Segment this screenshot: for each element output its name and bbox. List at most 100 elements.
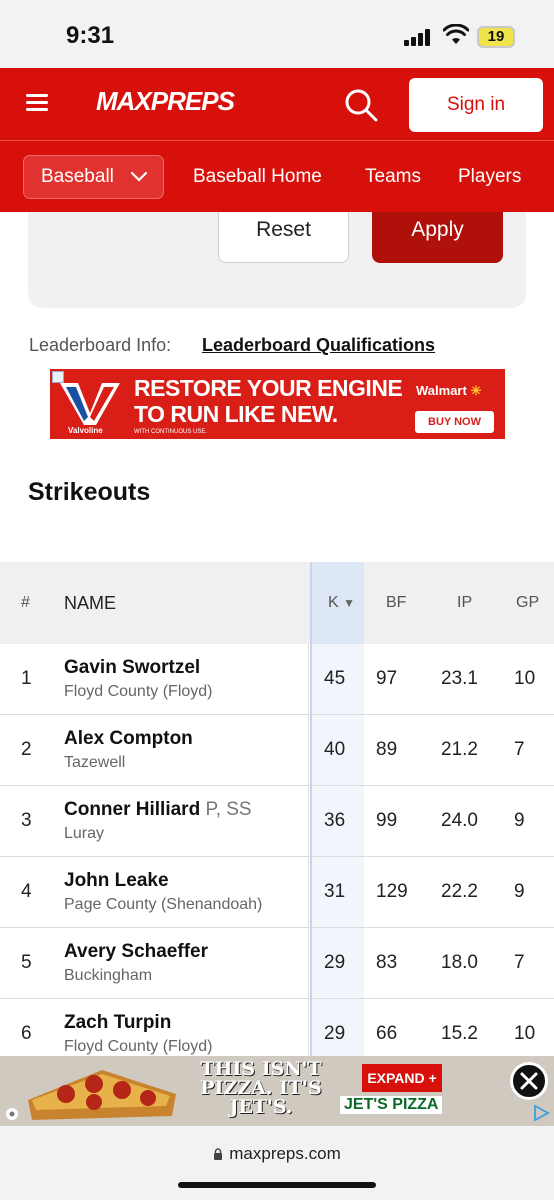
ad-headline: THIS ISN'T PIZZA. IT'S JET'S.	[200, 1058, 322, 1118]
table-row[interactable]: 5 Avery Schaeffer Buckingham 29 83 18.0 7	[0, 928, 554, 999]
stat-gp: 10	[514, 1023, 536, 1044]
column-divider	[308, 928, 309, 998]
spark-icon: ✳	[470, 383, 482, 398]
reset-button[interactable]: Reset	[218, 212, 349, 263]
col-header-bf[interactable]: BF	[386, 562, 406, 644]
player-school: Tazewell	[64, 754, 126, 771]
stat-ip: 15.2	[441, 1023, 478, 1044]
column-divider	[308, 644, 309, 714]
stat-ip: 18.0	[441, 952, 478, 973]
url-display[interactable]: maxpreps.com	[0, 1144, 554, 1164]
col-header-name[interactable]: NAME	[64, 562, 116, 644]
sign-in-button[interactable]: Sign in	[409, 78, 543, 132]
stat-bf: 129	[376, 881, 408, 902]
col-header-rank: #	[21, 594, 30, 611]
column-divider	[308, 857, 309, 927]
home-indicator[interactable]	[178, 1182, 376, 1188]
stat-k: 36	[324, 810, 346, 831]
nav-link-baseball-home[interactable]: Baseball Home	[193, 155, 322, 199]
section-title: Strikeouts	[28, 478, 151, 506]
pizza-image	[28, 1070, 176, 1120]
nav-link-teams[interactable]: Teams	[365, 155, 421, 199]
row-rank: 4	[21, 881, 32, 902]
walmart-label: Walmart	[416, 383, 467, 398]
table-row[interactable]: 3 Conner Hilliard P, SS Luray 36 99 24.0 9	[0, 786, 554, 857]
player-name: Gavin Swortzel	[64, 657, 201, 678]
menu-icon[interactable]	[26, 94, 48, 112]
table-header: # NAME K ▼ BF IP GP	[0, 562, 554, 644]
stat-k: 29	[324, 952, 346, 973]
table-row[interactable]: 2 Alex Compton Tazewell 40 89 21.2 7	[0, 715, 554, 786]
url-text: maxpreps.com	[229, 1144, 341, 1163]
search-icon[interactable]	[344, 88, 378, 122]
ad-info-icon[interactable]	[532, 1104, 550, 1122]
ad-fine-print: WITH CONTINUOUS USE.	[134, 429, 207, 435]
jets-pizza-ad[interactable]: THIS ISN'T PIZZA. IT'S JET'S. EXPAND + J…	[0, 1056, 554, 1126]
expand-ad-button[interactable]: EXPAND +	[362, 1064, 442, 1092]
player-name-link[interactable]: John Leake	[64, 870, 169, 892]
buy-now-button[interactable]: BUY NOW	[415, 411, 494, 433]
battery-indicator: 19	[477, 26, 515, 48]
site-header: MAXPREPS Sign in	[0, 68, 554, 140]
stat-ip: 24.0	[441, 810, 478, 831]
stat-bf: 66	[376, 1023, 398, 1044]
row-rank: 5	[21, 952, 32, 973]
browser-address-bar[interactable]: maxpreps.com	[0, 1126, 554, 1200]
leaderboard-info-label: Leaderboard Info:	[29, 335, 172, 355]
table-row[interactable]: 1 Gavin Swortzel Floyd County (Floyd) 45 97 2…	[0, 644, 554, 715]
player-name-link[interactable]: Conner Hilliard P, SS	[64, 799, 252, 821]
ad-settings-icon[interactable]	[4, 1106, 20, 1122]
player-name: John Leake	[64, 870, 169, 891]
stat-ip: 22.2	[441, 881, 478, 902]
table-row[interactable]: 4 John Leake Page County (Shenandoah) 31 129…	[0, 857, 554, 928]
sport-select-label: Baseball	[41, 166, 114, 187]
col-header-k[interactable]: K ▼	[328, 562, 355, 644]
stat-bf: 97	[376, 668, 398, 689]
player-name-link[interactable]: Alex Compton	[64, 728, 193, 750]
player-position: P, SS	[205, 799, 252, 820]
stat-k: 40	[324, 739, 346, 760]
filter-panel: Reset Apply	[28, 212, 526, 308]
jets-pizza-logo: JET'S PIZZA	[340, 1096, 443, 1114]
status-time: 9:31	[66, 22, 115, 49]
status-bar: 9:31 19	[0, 0, 554, 68]
sport-select[interactable]: Baseball	[23, 155, 164, 199]
col-header-k-label: K	[328, 594, 339, 611]
stat-bf: 99	[376, 810, 398, 831]
walmart-logo: Walmart ✳	[416, 383, 481, 399]
lock-icon	[214, 1148, 223, 1160]
player-name: Zach Turpin	[64, 1012, 172, 1033]
player-school: Page County (Shenandoah)	[64, 896, 263, 913]
wifi-icon	[443, 24, 469, 44]
stat-k: 45	[324, 668, 346, 689]
apply-button[interactable]: Apply	[372, 212, 503, 263]
sport-nav: Baseball Baseball Home Teams Players	[0, 140, 554, 212]
valvoline-ad-banner[interactable]: Valvoline RESTORE YOUR ENGINE TO RUN LIK…	[50, 369, 505, 439]
leaderboard-qualifications-link[interactable]: Leaderboard Qualifications	[202, 335, 435, 356]
row-rank: 2	[21, 739, 32, 760]
column-divider	[308, 715, 309, 785]
stat-gp: 9	[514, 810, 525, 831]
player-name-link[interactable]: Zach Turpin	[64, 1012, 171, 1034]
player-school: Buckingham	[64, 967, 153, 984]
player-name-link[interactable]: Gavin Swortzel	[64, 657, 200, 679]
stat-k: 29	[324, 1023, 346, 1044]
player-name: Alex Compton	[64, 728, 193, 749]
nav-link-players[interactable]: Players	[458, 155, 521, 199]
close-icon[interactable]	[510, 1062, 548, 1100]
advertiser-name: Valvoline	[68, 426, 103, 435]
chevron-down-icon	[130, 171, 148, 182]
row-rank: 3	[21, 810, 32, 831]
cellular-signal-icon	[404, 28, 434, 46]
player-school: Floyd County (Floyd)	[64, 683, 213, 700]
col-header-ip[interactable]: IP	[457, 562, 472, 644]
player-school: Floyd County (Floyd)	[64, 1038, 213, 1055]
stat-bf: 89	[376, 739, 398, 760]
player-name-link[interactable]: Avery Schaeffer	[64, 941, 208, 963]
stat-gp: 7	[514, 739, 525, 760]
player-school: Luray	[64, 825, 105, 842]
sort-desc-icon: ▼	[343, 596, 356, 610]
valvoline-logo: Valvoline	[60, 383, 120, 435]
col-header-gp[interactable]: GP	[516, 562, 539, 644]
maxpreps-logo[interactable]: MAXPREPS	[96, 86, 235, 117]
